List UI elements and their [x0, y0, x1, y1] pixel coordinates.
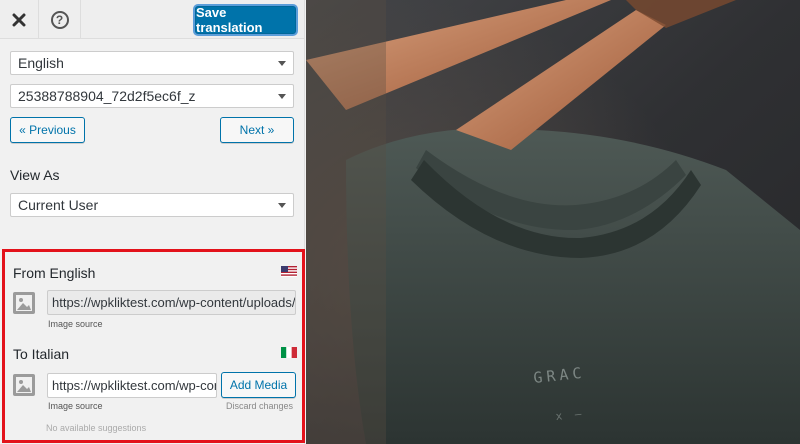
- view-as-label: View As: [10, 167, 60, 183]
- close-button[interactable]: [0, 0, 39, 39]
- sidebar-toolbar: ? Save translation: [0, 0, 304, 39]
- previous-button[interactable]: « Previous: [10, 117, 85, 143]
- suggestions-note: No available suggestions: [46, 423, 147, 433]
- view-as-select-value: Current User: [18, 197, 99, 213]
- italy-flag-icon: [281, 347, 297, 358]
- language-select[interactable]: English: [10, 51, 294, 75]
- help-button[interactable]: ?: [39, 0, 81, 39]
- language-select-value: English: [18, 55, 64, 71]
- chevron-down-icon: [278, 61, 286, 66]
- view-as-select[interactable]: Current User: [10, 193, 294, 217]
- save-translation-button[interactable]: Save translation: [195, 5, 296, 35]
- add-media-button[interactable]: Add Media: [221, 372, 296, 398]
- to-image-source-note: Image source: [48, 401, 103, 411]
- to-language-label: To Italian: [13, 346, 70, 362]
- string-select[interactable]: 25388788904_72d2f5ec6f_z: [10, 84, 294, 108]
- image-placeholder-icon: [13, 374, 35, 396]
- tshirt-hanger-photo: GRAC x —: [306, 0, 800, 444]
- help-icon: ?: [50, 10, 69, 29]
- chevron-down-icon: [278, 203, 286, 208]
- to-image-url-field[interactable]: https://wpkliktest.com/wp-con: [47, 373, 217, 398]
- string-select-value: 25388788904_72d2f5ec6f_z: [18, 88, 196, 104]
- preview-image: GRAC x —: [306, 0, 800, 444]
- from-image-url-field[interactable]: https://wpkliktest.com/wp-content/upload…: [47, 290, 296, 315]
- translation-sidebar: ? Save translation English 25388788904_7…: [0, 0, 305, 444]
- from-language-label: From English: [13, 265, 96, 281]
- next-button[interactable]: Next »: [220, 117, 294, 143]
- translation-panel: From English https://wpkliktest.com/wp-c…: [2, 249, 305, 443]
- from-image-source-note: Image source: [48, 319, 103, 329]
- us-flag-icon: [281, 266, 297, 277]
- close-icon: [12, 13, 26, 26]
- image-placeholder-icon: [13, 292, 35, 314]
- discard-changes-link[interactable]: Discard changes: [226, 401, 293, 411]
- chevron-down-icon: [278, 94, 286, 99]
